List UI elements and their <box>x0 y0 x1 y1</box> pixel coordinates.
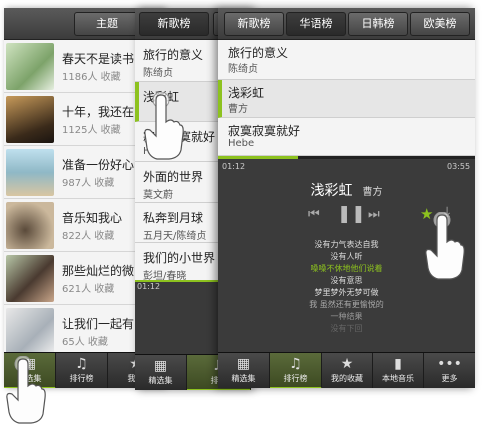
collection-title: 音乐知我心 <box>62 211 123 225</box>
screen-player: 新歌榜 华语榜 日韩榜 欧美榜 旅行的意义 陈绮贞 浅彩虹 曹方 寂寞寂寞就好 … <box>218 8 475 388</box>
lyric-line: 梦里梦外无梦可做 <box>314 288 379 297</box>
nav-label: 精选集 <box>231 374 256 383</box>
top-tabs: 新歌榜 华语榜 日韩榜 欧美榜 <box>218 8 475 40</box>
collection-thumbnail <box>6 202 54 249</box>
tab-theme[interactable]: 主题 <box>74 12 140 36</box>
total-time: 03:55 <box>447 162 471 171</box>
nav-featured[interactable]: ▦ 精选集 <box>218 353 270 388</box>
nav-label: 排行榜 <box>69 374 94 383</box>
song-artist: Hebe <box>228 138 255 149</box>
progress-fill <box>218 156 298 159</box>
song-row-selected[interactable]: 浅彩虹 曹方 <box>218 80 475 118</box>
collection-title: 让我们一起有 <box>62 317 135 331</box>
collection-title: 准备一份好心 <box>62 158 135 172</box>
elapsed-time: 01:12 <box>222 162 246 171</box>
collection-thumbnail <box>6 149 54 196</box>
song-artist: 莫文蔚 <box>143 190 173 201</box>
nav-more[interactable]: ••• 更多 <box>424 353 475 388</box>
lyric-line: 没有下回 <box>330 324 363 333</box>
tab-western[interactable]: 欧美榜 <box>410 12 470 36</box>
collection-title: 十年，我还在 <box>62 105 135 119</box>
collection-thumbnail <box>6 43 54 90</box>
nav-featured[interactable]: ▦ 精选集 <box>135 355 187 390</box>
collection-count: 987人 收藏 <box>62 178 115 189</box>
collection-count: 822人 收藏 <box>62 231 115 242</box>
nav-label: 本地音乐 <box>382 374 414 383</box>
nav-local-music[interactable]: ▮ 本地音乐 <box>373 353 424 388</box>
now-playing-title-row: 浅彩虹 曹方 <box>218 180 475 200</box>
tab-new-songs[interactable]: 新歌榜 <box>139 12 209 36</box>
collection-title: 那些灿烂的微 <box>62 264 135 278</box>
lyric-line: 一种结果 <box>330 312 363 321</box>
tap-hand-icon <box>425 212 465 280</box>
collection-title: 春天不是读书 <box>62 52 135 66</box>
song-title: 我们的小世界 <box>143 251 216 265</box>
song-artist: 陈绮贞 <box>228 64 258 75</box>
nav-favorites[interactable]: ★ 我的收藏 <box>322 353 373 388</box>
collection-count: 1125人 收藏 <box>62 125 121 136</box>
nav-label: 精选集 <box>148 376 173 385</box>
song-title: 外面的世界 <box>143 170 204 184</box>
song-title: 私奔到月球 <box>143 211 204 225</box>
song-row[interactable]: 旅行的意义 陈绮贞 <box>218 40 475 80</box>
collection-thumbnail <box>6 96 54 143</box>
collection-thumbnail <box>6 308 54 355</box>
nav-label: 我的收藏 <box>331 374 363 383</box>
tab-jp-kr[interactable]: 日韩榜 <box>348 12 408 36</box>
stage: 主题 春天不是读书 1186人 收藏 十年，我还在 1125人 收藏 准备一份好… <box>0 0 486 438</box>
music-note-icon: ♫ <box>75 356 88 372</box>
film-icon: ▦ <box>236 356 251 372</box>
song-artist: 陈绮贞 <box>143 68 173 79</box>
tab-new-songs[interactable]: 新歌榜 <box>224 12 284 36</box>
now-playing-title: 浅彩虹 <box>310 183 353 199</box>
nav-charts[interactable]: ♫ 排行榜 <box>270 353 322 388</box>
lyric-line: 我 虽然还有更愉悦的 <box>309 300 384 309</box>
pause-button[interactable]: ❚❚ <box>337 204 366 224</box>
film-icon: ▦ <box>153 358 168 374</box>
bottom-nav: ▦ 精选集 ♫ 排行榜 ★ 我的收藏 ▮ 本地音乐 ••• 更多 <box>218 352 475 388</box>
playback-progress[interactable] <box>218 156 475 159</box>
song-title: 旅行的意义 <box>228 46 289 60</box>
star-icon: ★ <box>340 356 354 372</box>
song-title: 旅行的意义 <box>143 48 204 62</box>
tap-hand-icon <box>6 356 46 424</box>
tab-chinese[interactable]: 华语榜 <box>286 12 346 36</box>
more-dots-icon: ••• <box>437 356 462 372</box>
now-playing-artist: 曹方 <box>362 187 383 198</box>
song-row[interactable]: 寂寞寂寞就好 Hebe <box>218 118 475 156</box>
song-title: 寂寞寂寞就好 <box>228 124 301 138</box>
nav-label: 排行榜 <box>283 374 308 383</box>
previous-button[interactable]: ⏮ <box>308 207 320 222</box>
next-button[interactable]: ⏭ <box>368 207 380 222</box>
nav-charts[interactable]: ♫ 排行榜 <box>56 353 108 388</box>
collection-count: 1186人 收藏 <box>62 72 121 83</box>
tap-hand-icon <box>144 92 184 160</box>
nav-label: 更多 <box>441 374 458 383</box>
collection-count: 65人 收藏 <box>62 337 108 348</box>
song-artist: 五月天/陈绮贞 <box>143 231 207 242</box>
collection-thumbnail <box>6 255 54 302</box>
song-artist: 曹方 <box>228 104 248 115</box>
music-note-icon: ♫ <box>289 356 302 372</box>
song-title: 浅彩虹 <box>228 86 265 100</box>
music-player-icon: ▮ <box>394 356 402 372</box>
collection-count: 621人 收藏 <box>62 284 115 295</box>
